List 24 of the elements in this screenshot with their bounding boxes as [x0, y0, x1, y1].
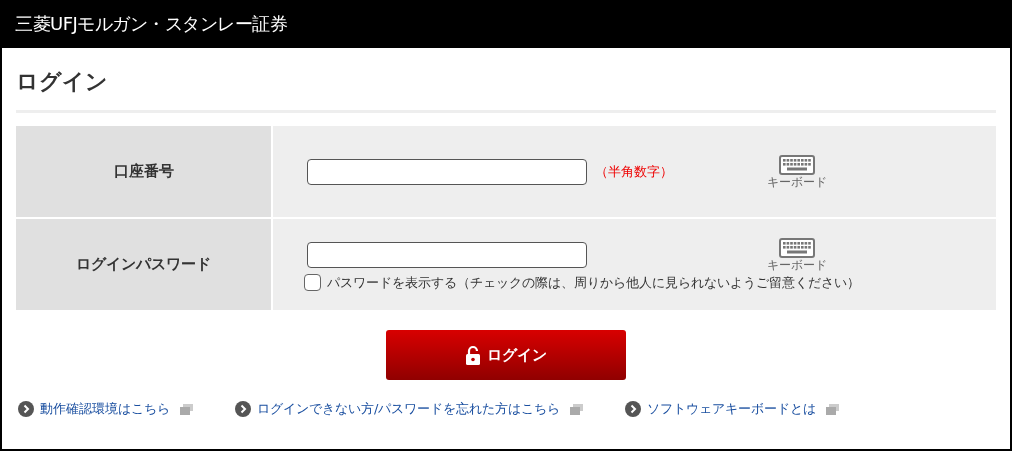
- checkbox-label: パスワードを表示する（チェックの際は、周りから他人に見られないようご留意ください）: [327, 273, 860, 292]
- keyboard-button[interactable]: キーボード: [767, 154, 827, 189]
- help-link[interactable]: ログインできない方/パスワードを忘れた方はこちら: [235, 400, 584, 418]
- input-field[interactable]: [307, 241, 587, 268]
- page-title: ログイン: [16, 68, 109, 96]
- field-label: 口座番号: [113, 162, 174, 181]
- chevron-icon: [235, 401, 251, 417]
- lock-icon: [465, 345, 481, 365]
- help-link[interactable]: ソフトウェアキーボードとは: [625, 400, 840, 418]
- new-window-icon: [826, 403, 840, 415]
- login-button[interactable]: ログイン: [386, 330, 626, 380]
- new-window-icon: [570, 403, 584, 415]
- brand-logo: 三菱UFJモルガン・スタンレー証券: [15, 12, 288, 36]
- new-window-icon: [180, 403, 193, 415]
- keyboard-button[interactable]: キーボード: [767, 237, 827, 272]
- field-label: ログインパスワード: [76, 255, 211, 274]
- keyboard-icon: [779, 154, 815, 175]
- keyboard-icon: [779, 237, 815, 258]
- chevron-icon: [625, 401, 642, 417]
- input-hint: （半角数字）: [595, 162, 673, 181]
- help-link[interactable]: 動作確認環境はこちら: [18, 400, 193, 418]
- show-password-checkbox[interactable]: [304, 274, 321, 291]
- chevron-icon: [18, 401, 34, 417]
- input-field[interactable]: [307, 158, 587, 185]
